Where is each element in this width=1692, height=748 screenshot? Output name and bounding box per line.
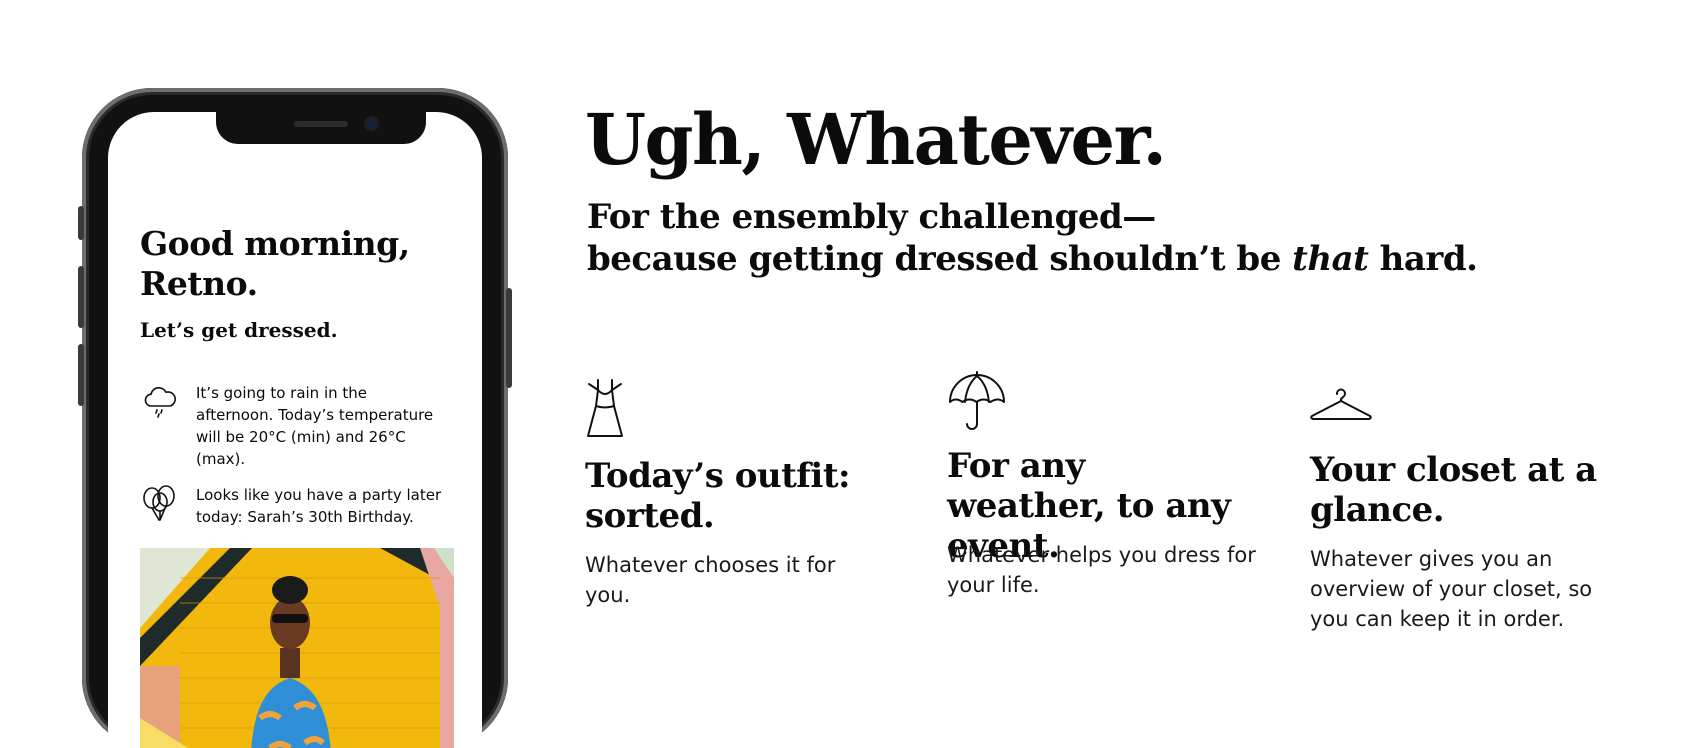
greeting-title: Good morning, Retno. [140, 224, 410, 303]
umbrella-icon [949, 371, 1005, 430]
speaker-grille [294, 121, 348, 127]
dress-icon [587, 379, 623, 437]
event-notice: Looks like you have a party later today:… [140, 484, 446, 528]
feature-weather-text: Whatever helps you dress for your life. [947, 543, 1256, 597]
tagline-emphasis: that [1292, 239, 1369, 279]
phone-volume-down [78, 344, 84, 406]
feature-outfit-text: Whatever chooses it for you. [585, 553, 836, 607]
weather-notice-text: It’s going to rain in the afternoon. Tod… [196, 384, 434, 468]
rain-cloud-icon [144, 386, 176, 418]
event-notice-text: Looks like you have a party later today:… [196, 486, 442, 526]
feature-closet-text: Whatever gives you an overview of your c… [1310, 547, 1593, 631]
phone-notch [216, 112, 426, 144]
front-camera [366, 118, 377, 129]
greeting-subtitle: Let’s get dressed. [140, 318, 338, 342]
tagline-line1: For the ensembly challenged— [587, 197, 1156, 237]
feature-outfit-title: Today’s outfit: sorted. [585, 456, 851, 536]
hanger-icon [1310, 388, 1372, 420]
tagline-line2-before: because getting dressed shouldn’t be [587, 239, 1293, 279]
outfit-photo[interactable] [140, 548, 454, 748]
hero-headline: Ugh, Whatever. [585, 98, 1167, 181]
tagline-line2-after: hard. [1368, 239, 1478, 279]
feature-closet-title: Your closet at a glance. [1310, 450, 1597, 530]
balloons-icon [143, 485, 175, 521]
phone-volume-up [78, 266, 84, 328]
phone-screen: Good morning, Retno. Let’s get dressed. … [108, 112, 482, 748]
phone-mute-switch [78, 206, 84, 240]
phone-mockup: Good morning, Retno. Let’s get dressed. … [78, 88, 512, 748]
outfit-photo-image [140, 548, 454, 748]
weather-notice: It’s going to rain in the afternoon. Tod… [140, 382, 446, 470]
phone-power-button [506, 288, 512, 388]
hero-tagline: For the ensembly challenged— because get… [587, 196, 1478, 280]
